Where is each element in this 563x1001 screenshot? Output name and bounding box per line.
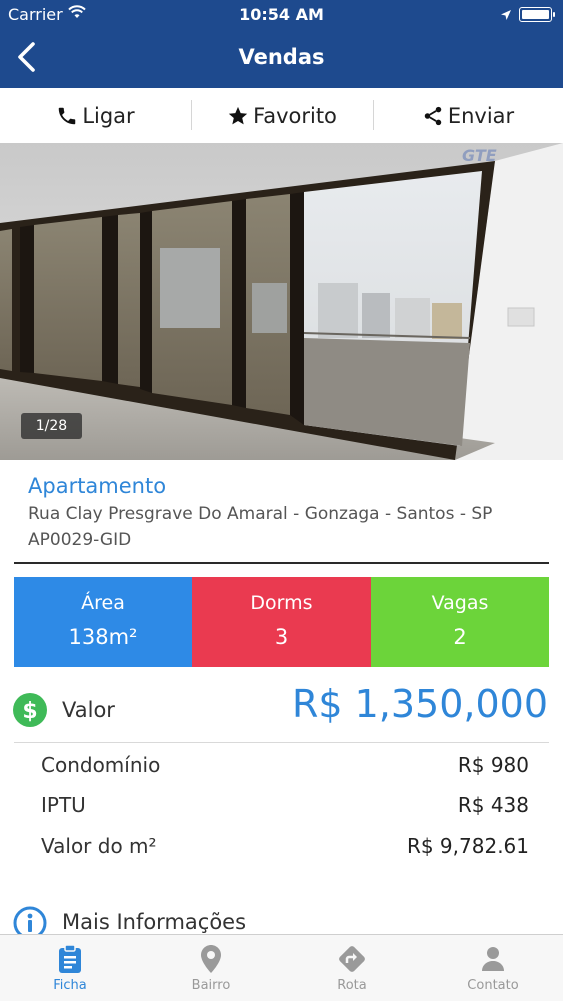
price-value: R$ 1,350,000	[291, 682, 548, 726]
route-icon	[337, 944, 367, 978]
clipboard-icon	[57, 944, 83, 978]
iptu-label: IPTU	[41, 793, 86, 817]
more-info-label[interactable]: Mais Informações	[62, 910, 246, 934]
dorms-stat: Dorms 3	[192, 577, 371, 667]
property-address: Rua Clay Presgrave Do Amaral - Gonzaga -…	[28, 504, 493, 524]
tab-contato[interactable]: Contato	[423, 935, 563, 1001]
apartment-interior-image: GTE	[0, 143, 563, 460]
share-label: Enviar	[447, 103, 515, 128]
tab-label: Rota	[337, 978, 367, 993]
tab-label: Ficha	[53, 978, 87, 993]
property-type: Apartamento	[28, 474, 167, 498]
condo-fee-label: Condomínio	[41, 753, 161, 777]
tab-label: Bairro	[191, 978, 231, 993]
price-per-m2-value: R$ 9,782.61	[406, 834, 529, 858]
divider	[14, 742, 549, 743]
map-pin-icon	[200, 944, 222, 978]
svg-text:GTE: GTE	[462, 146, 497, 165]
tab-bar: Ficha Bairro Rota Contato	[0, 934, 563, 1001]
status-bar: Carrier 10:54 AM	[0, 0, 563, 30]
tab-rota[interactable]: Rota	[282, 935, 422, 1001]
tab-bairro[interactable]: Bairro	[141, 935, 281, 1001]
favorite-button[interactable]: Favorito	[191, 88, 373, 143]
price-label: Valor	[62, 698, 115, 722]
property-code: AP0029-GID	[28, 530, 132, 550]
stat-value: 138m²	[68, 625, 138, 649]
divider	[14, 562, 549, 564]
condo-fee-value: R$ 980	[457, 753, 529, 777]
clock-time: 10:54 AM	[239, 5, 324, 24]
price-per-m2-label: Valor do m²	[41, 834, 157, 858]
call-button[interactable]: Ligar	[0, 88, 191, 143]
tab-label: Contato	[467, 978, 519, 993]
phone-icon	[59, 107, 76, 124]
property-photo[interactable]: GTE 1/28	[0, 143, 563, 460]
iptu-value: R$ 438	[457, 793, 529, 817]
stat-label: Vagas	[431, 592, 489, 614]
favorite-label: Favorito	[253, 103, 337, 128]
call-label: Ligar	[82, 103, 135, 128]
stat-label: Área	[81, 592, 125, 614]
location-arrow-icon	[500, 6, 512, 25]
page-title: Vendas	[238, 45, 325, 69]
dollar-icon: $	[13, 693, 47, 727]
stat-label: Dorms	[250, 592, 313, 614]
stat-value: 2	[453, 625, 467, 649]
app-header: Carrier 10:54 AM Vendas	[0, 0, 563, 88]
person-icon	[480, 944, 506, 978]
tab-ficha[interactable]: Ficha	[0, 935, 140, 1001]
stat-value: 3	[274, 625, 289, 649]
svg-text:$: $	[22, 699, 37, 724]
area-stat: Área 138m²	[14, 577, 192, 667]
action-bar: Ligar Favorito Enviar	[0, 88, 563, 144]
share-button[interactable]: Enviar	[373, 88, 563, 143]
parking-stat: Vagas 2	[371, 577, 549, 667]
photo-counter: 1/28	[21, 413, 82, 439]
battery-icon	[519, 7, 555, 22]
star-icon	[228, 106, 248, 124]
share-icon	[424, 106, 442, 125]
